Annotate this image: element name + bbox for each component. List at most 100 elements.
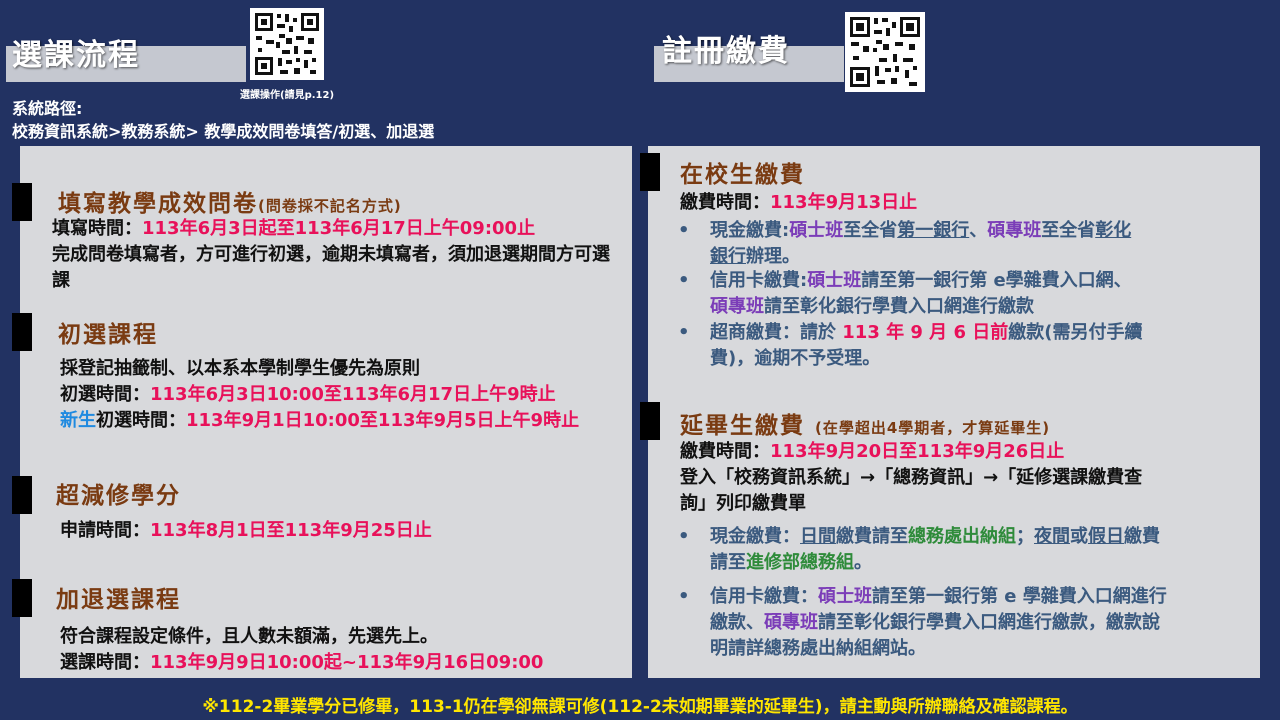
qr-code-right-icon <box>847 14 923 90</box>
enrolled-cash-sep: 、 <box>969 220 988 241</box>
extended-cash-pay: 繳費 <box>1124 526 1160 547</box>
extended-cash-office: 進修部總務組 <box>746 552 854 573</box>
enrolled-store-label: 超商繳費：請於 <box>710 322 843 343</box>
enrolled-store-late: 費)，逾期不予受理。 <box>710 348 881 369</box>
enrolled-time-label: 繳費時間： <box>680 192 770 213</box>
enrolled-card-label: 信用卡繳費: <box>710 270 808 291</box>
reduce-time-value: 113年8月1日至113年9月25日止 <box>150 520 432 541</box>
enrolled-heading: 在校生繳費 <box>680 162 805 188</box>
initial-new-time-label: 初選時間： <box>96 410 186 431</box>
enrolled-cash-item: • 現金繳費:碩士班至全省第一銀行、碩專班至全省彰化 銀行辦理。 <box>678 218 1238 270</box>
right-title: 註冊繳費 <box>662 34 790 69</box>
section-marker <box>12 313 32 351</box>
extended-cash-cashier: 總務處出納組 <box>908 526 1016 547</box>
initial-heading: 初選課程 <box>58 322 158 348</box>
initial-rule: 採登記抽籤制、以本系本學制學生優先為原則 <box>60 358 420 379</box>
adddrop-desc: 符合課程設定條件，且人數未額滿，先選先上。 <box>60 626 438 647</box>
extended-cash-text: 現金繳費：日間繳費請至總務處出納組；夜間或假日繳費 請至進修部總務組。 <box>710 524 1240 576</box>
extended-card-master: 碩士班 <box>818 586 872 607</box>
extended-login-2: 詢」列印繳費單 <box>680 493 806 514</box>
enrolled-cash-end: 辦理。 <box>746 246 800 267</box>
extended-card-bank2: 請至彰化銀行學費入口網進行繳款，繳款說 <box>818 612 1160 633</box>
extended-cash-item: • 現金繳費：日間繳費請至總務處出納組；夜間或假日繳費 請至進修部總務組。 <box>678 524 1238 576</box>
reduce-heading: 超減修學分 <box>56 483 181 509</box>
survey-heading-note: (問卷採不記名方式) <box>258 197 402 215</box>
extended-time: 繳費時間：113年9月20日至113年9月26日止 <box>680 439 1064 465</box>
section-marker <box>12 579 32 617</box>
enrolled-store-text: 超商繳費：請於 113 年 9 月 6 日前繳款(需另付手續費)，逾期不予受理。 <box>710 320 1230 372</box>
adddrop-time-label: 選課時間： <box>60 652 150 673</box>
reduce-time: 申請時間：113年8月1日至113年9月25日止 <box>60 518 432 544</box>
bullet-dot: • <box>678 586 690 607</box>
bullet-dot: • <box>678 270 690 291</box>
initial-new-label: 新生 <box>60 410 96 431</box>
bullet-dot: • <box>678 322 690 343</box>
section-marker <box>12 476 32 514</box>
extended-time-value: 113年9月20日至113年9月26日止 <box>770 441 1065 462</box>
extended-cash-to2: 請至 <box>710 552 746 573</box>
enrolled-store-item: • 超商繳費：請於 113 年 9 月 6 日前繳款(需另付手續費)，逾期不予受… <box>678 320 1238 372</box>
enrolled-store-fee: 繳款(需另付手續 <box>1008 322 1143 343</box>
adddrop-time: 選課時間：113年9月9日10:00起~113年9月16日09:00 <box>60 650 543 676</box>
extended-card-note: 明請詳總務處出納組網站。 <box>710 638 926 659</box>
extended-cash-or: 或 <box>1070 526 1088 547</box>
extended-card-emba: 碩專班 <box>764 612 818 633</box>
enrolled-cash-master: 碩士班 <box>789 220 844 241</box>
enrolled-time-value: 113年9月13日止 <box>770 192 918 213</box>
enrolled-cash-bank2b: 銀行 <box>710 246 746 267</box>
extended-cash-holiday: 假日 <box>1088 526 1124 547</box>
enrolled-card-bank1: 請至第一銀行第 e學雜費入口網、 <box>861 270 1132 291</box>
qr-caption-left[interactable]: 選課操作(請見p.12) <box>240 86 334 101</box>
extended-cash-to: 繳費請至 <box>836 526 908 547</box>
section-marker <box>640 402 660 440</box>
enrolled-card-master: 碩士班 <box>807 270 862 291</box>
survey-time: 填寫時間：113年6月3日起至113年6月17日上午09:00止 <box>52 216 535 242</box>
enrolled-cash-to: 至全省 <box>843 220 898 241</box>
initial-new-time: 新生初選時間：113年9月1日10:00至113年9月5日上午9時止 <box>60 408 630 434</box>
qr-code-right[interactable] <box>845 12 925 92</box>
footer-notice: ※112-2畢業學分已修畢，113-1仍在學卻無課可修(112-2未如期畢業的延… <box>202 697 1078 717</box>
extended-card-pay: 繳款、 <box>710 612 764 633</box>
enrolled-store-deadline: 113 年 9 月 6 日前 <box>842 322 1009 343</box>
extended-cash-day: 日間 <box>800 526 836 547</box>
enrolled-card-text: 信用卡繳費:碩士班請至第一銀行第 e學雜費入口網、 碩專班請至彰化銀行學費入口網進… <box>710 268 1230 320</box>
extended-cash-sep: ； <box>1016 526 1034 547</box>
extended-cash-end: 。 <box>854 552 872 573</box>
extended-time-label: 繳費時間： <box>680 441 770 462</box>
enrolled-time: 繳費時間：113年9月13日止 <box>680 190 917 216</box>
section-marker <box>12 183 32 221</box>
extended-login-1: 登入「校務資訊系統」→「總務資訊」→「延修選課繳費查 <box>680 467 1143 488</box>
enrolled-card-emba: 碩專班 <box>710 296 764 317</box>
section-marker <box>640 153 660 191</box>
enrolled-cash-to2: 至全省 <box>1041 220 1096 241</box>
enrolled-cash-emba: 碩專班 <box>987 220 1042 241</box>
path-label: 系統路徑: <box>12 99 83 118</box>
extended-heading-note: (在學超出4學期者，才算延畢生) <box>815 419 1051 437</box>
initial-time-label: 初選時間： <box>60 384 150 405</box>
qr-code-left[interactable] <box>250 8 324 80</box>
initial-time-value: 113年6月3日10:00至113年6月17日上午9時止 <box>150 384 556 405</box>
extended-card-bank1: 請至第一銀行第 e 學雜費入口網進行 <box>872 586 1167 607</box>
enrolled-cash-label: 現金繳費: <box>710 220 790 241</box>
extended-card-text: 信用卡繳費：碩士班請至第一銀行第 e 學雜費入口網進行繳款、碩專班請至彰化銀行學… <box>710 584 1240 662</box>
extended-card-item: • 信用卡繳費：碩士班請至第一銀行第 e 學雜費入口網進行繳款、碩專班請至彰化銀… <box>678 584 1238 664</box>
survey-heading: 填寫教學成效問卷(問卷採不記名方式) <box>58 184 402 218</box>
enrolled-cash-bank1: 第一銀行 <box>897 220 970 241</box>
initial-time: 初選時間：113年6月3日10:00至113年6月17日上午9時止 <box>60 382 556 408</box>
extended-cash-label: 現金繳費： <box>710 526 800 547</box>
left-title: 選課流程 <box>12 38 140 73</box>
extended-heading-title: 延畢生繳費 <box>680 413 805 439</box>
bullet-dot: • <box>678 220 690 241</box>
survey-time-value: 113年6月3日起至113年6月17日上午09:00止 <box>142 218 536 239</box>
survey-heading-title: 填寫教學成效問卷 <box>58 191 258 217</box>
enrolled-cash-text: 現金繳費:碩士班至全省第一銀行、碩專班至全省彰化 銀行辦理。 <box>710 218 1210 270</box>
reduce-time-label: 申請時間： <box>60 520 150 541</box>
initial-new-time-value: 113年9月1日10:00至113年9月5日上午9時止 <box>186 410 580 431</box>
extended-heading: 延畢生繳費 (在學超出4學期者，才算延畢生) <box>680 406 1050 440</box>
survey-desc: 完成問卷填寫者，方可進行初選，逾期未填寫者，須加退選期間方可選課 <box>52 244 610 291</box>
survey-time-label: 填寫時間： <box>52 218 142 239</box>
bullet-dot: • <box>678 526 690 547</box>
enrolled-cash-bank2a: 彰化 <box>1095 220 1132 241</box>
adddrop-time-value: 113年9月9日10:00起~113年9月16日09:00 <box>150 652 544 673</box>
extended-card-label: 信用卡繳費： <box>710 586 818 607</box>
